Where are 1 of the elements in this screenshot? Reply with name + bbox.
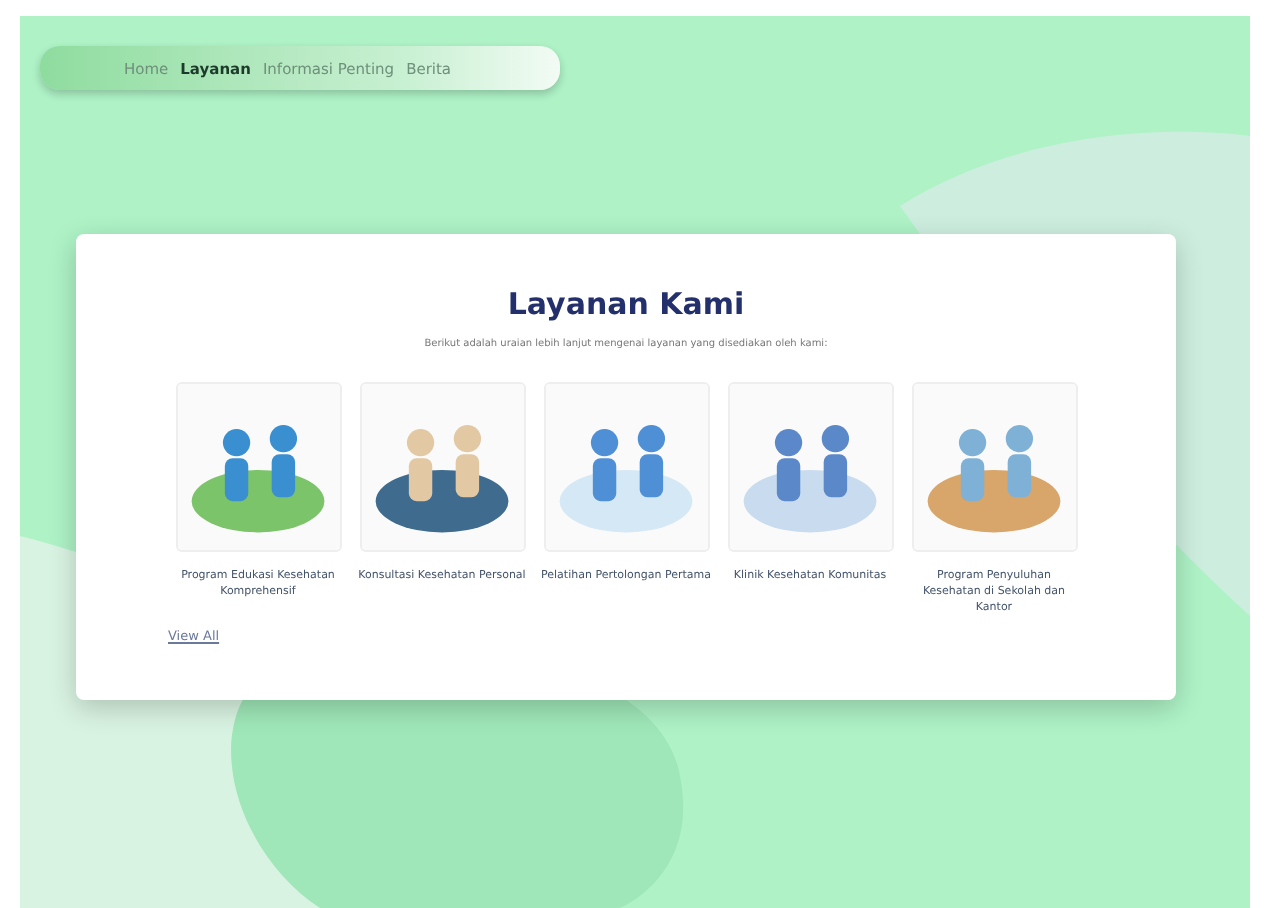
section-title: Layanan Kami [507, 286, 745, 322]
